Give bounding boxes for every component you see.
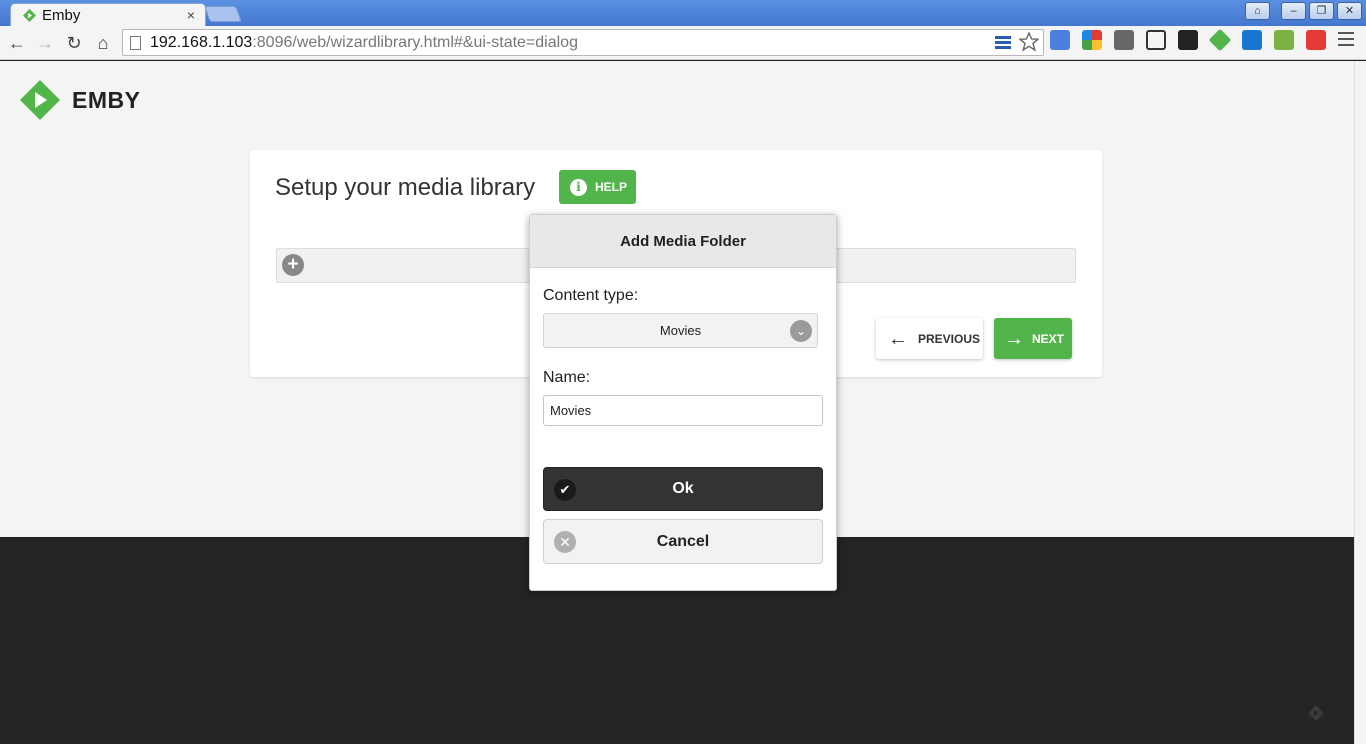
emby-favicon-icon bbox=[23, 9, 36, 22]
ok-button[interactable]: ✔ Ok bbox=[543, 467, 823, 511]
lines-icon[interactable] bbox=[993, 32, 1013, 52]
info-icon: i bbox=[570, 178, 587, 196]
address-bar[interactable]: 192.168.1.103:8096/web/wizardlibrary.htm… bbox=[122, 29, 1044, 56]
add-folder-icon[interactable]: + bbox=[282, 254, 304, 276]
browser-titlebar: Emby × ⌂ – ❐ ✕ bbox=[0, 0, 1366, 27]
page-icon bbox=[130, 36, 141, 50]
tab-title: Emby bbox=[42, 7, 81, 24]
browser-menu-icon[interactable] bbox=[1338, 32, 1354, 48]
new-tab-button[interactable] bbox=[204, 6, 242, 22]
logo-text: EMBY bbox=[72, 86, 141, 113]
content-type-select[interactable]: Movies ⌄ bbox=[543, 313, 818, 348]
minimize-button[interactable]: – bbox=[1281, 2, 1306, 20]
close-icon: ✕ bbox=[554, 531, 576, 553]
bookmark-star-icon[interactable] bbox=[1019, 32, 1039, 52]
arrow-left-icon: ← bbox=[888, 327, 908, 350]
maximize-button[interactable]: ❐ bbox=[1309, 2, 1334, 20]
chevron-down-icon: ⌄ bbox=[790, 320, 812, 342]
layers-extension-icon[interactable] bbox=[1178, 30, 1198, 50]
translate-extension-icon[interactable] bbox=[1050, 30, 1070, 50]
content-type-label: Content type: bbox=[543, 287, 639, 304]
forward-arrow-icon[interactable]: → bbox=[33, 31, 57, 55]
tab-close-icon[interactable]: × bbox=[187, 7, 195, 23]
emby-logo[interactable]: EMBY bbox=[20, 80, 140, 120]
dialog-title: Add Media Folder bbox=[530, 215, 836, 268]
checkmark-icon: ✔ bbox=[554, 479, 576, 501]
browser-toolbar: ← → ↻ ⌂ 192.168.1.103:8096/web/wizardlib… bbox=[0, 26, 1366, 60]
emby-corner-icon[interactable] bbox=[1306, 703, 1326, 723]
name-label: Name: bbox=[543, 369, 591, 386]
extensions-bar bbox=[1050, 28, 1326, 52]
ok-button-label: Ok bbox=[672, 480, 694, 497]
download-extension-icon[interactable] bbox=[1274, 30, 1294, 50]
cancel-button-label: Cancel bbox=[656, 533, 710, 550]
name-input[interactable]: Movies bbox=[543, 395, 823, 426]
emby-logo-icon bbox=[20, 80, 60, 120]
keyboard-extension-icon[interactable] bbox=[1114, 30, 1134, 50]
cancel-button[interactable]: ✕ Cancel bbox=[543, 519, 823, 564]
browser-tab[interactable]: Emby × bbox=[10, 3, 206, 27]
previous-button[interactable]: ← PREVIOUS bbox=[876, 318, 983, 359]
next-button-label: NEXT bbox=[1032, 331, 1065, 346]
add-media-folder-dialog: Add Media Folder Content type: Movies ⌄ … bbox=[529, 214, 837, 591]
page-scrollbar[interactable] bbox=[1354, 61, 1366, 744]
flipboard-extension-icon[interactable] bbox=[1306, 30, 1326, 50]
arrow-right-icon: → bbox=[1004, 327, 1024, 350]
emby-extension-icon[interactable] bbox=[1208, 28, 1232, 52]
content-type-value: Movies bbox=[659, 323, 702, 338]
page-title: Setup your media library bbox=[275, 174, 536, 201]
tool-extension-icon[interactable] bbox=[1146, 30, 1166, 50]
help-button-label: HELP bbox=[595, 180, 628, 194]
previous-button-label: PREVIOUS bbox=[918, 331, 981, 346]
next-button[interactable]: → NEXT bbox=[994, 318, 1072, 359]
profile-button[interactable]: ⌂ bbox=[1245, 2, 1270, 20]
help-button[interactable]: i HELP bbox=[559, 170, 636, 204]
close-window-button[interactable]: ✕ bbox=[1337, 2, 1362, 20]
s-extension-icon[interactable] bbox=[1242, 30, 1262, 50]
google-extension-icon[interactable] bbox=[1082, 30, 1102, 50]
url-text[interactable]: 192.168.1.103:8096/web/wizardlibrary.htm… bbox=[150, 34, 578, 52]
reload-icon[interactable]: ↻ bbox=[62, 31, 86, 55]
back-arrow-icon[interactable]: ← bbox=[5, 31, 29, 55]
home-icon[interactable]: ⌂ bbox=[91, 31, 115, 55]
window-controls: ⌂ – ❐ ✕ bbox=[1245, 2, 1362, 20]
